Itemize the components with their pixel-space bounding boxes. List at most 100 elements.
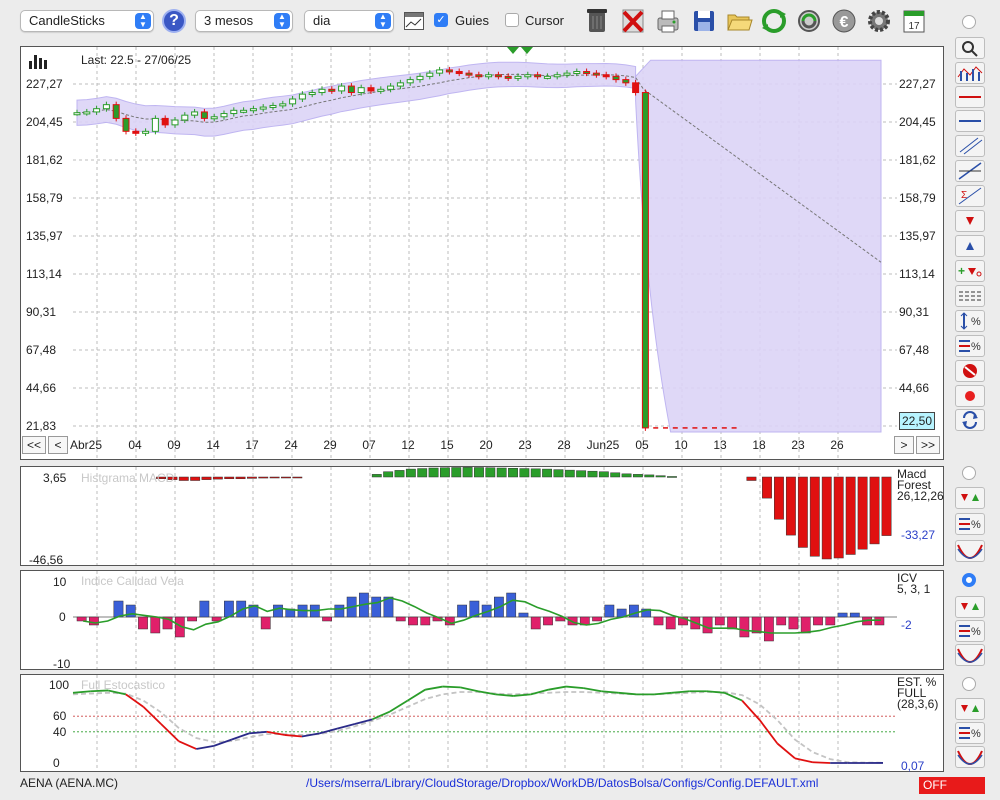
print-icon[interactable] (654, 6, 682, 36)
nav-first-button[interactable]: << (22, 436, 46, 454)
calendar-icon[interactable]: 17 (900, 6, 928, 36)
scale-percent-button[interactable]: % (955, 310, 985, 332)
nav-last-button[interactable]: >> (916, 436, 940, 454)
trend-line-button[interactable] (955, 160, 985, 182)
config-path-link[interactable]: /Users/mserra/Library/CloudStorage/Dropb… (306, 776, 818, 790)
candle (161, 117, 169, 126)
stoch-k-segment (776, 742, 796, 760)
icv-bar (837, 612, 848, 618)
refresh-icon[interactable] (760, 6, 788, 36)
chart-window-icon[interactable] (404, 12, 424, 30)
sync-icon[interactable] (795, 6, 823, 36)
icv-bar (113, 600, 124, 618)
scale-percent-icon: % (960, 312, 981, 330)
guies-checkbox[interactable]: ✓ (434, 13, 448, 27)
chart-type-select[interactable]: CandleSticks ▲ ▼ (20, 10, 154, 32)
open-folder-icon[interactable] (725, 6, 753, 36)
macd-bar (564, 469, 575, 478)
panel4-radio[interactable] (962, 677, 976, 691)
chart-type-value: CandleSticks (29, 13, 105, 28)
delete-x-icon[interactable] (619, 6, 647, 36)
candle (377, 88, 385, 92)
swap-button[interactable] (955, 409, 985, 431)
stoch-curve-button[interactable] (955, 746, 985, 768)
save-icon[interactable] (690, 6, 718, 36)
macd-bar (519, 468, 530, 478)
sigma-button[interactable]: Σ (955, 185, 985, 207)
x-tick-label: 04 (128, 438, 142, 452)
horizontal-red-line-icon (959, 96, 981, 98)
macd-title: Histgrama MACD (81, 471, 175, 485)
channel-button[interactable] (955, 135, 985, 157)
arrow-up-button[interactable] (955, 235, 985, 257)
icv-bar (849, 612, 860, 618)
icv-panel[interactable]: Indice Calidad Vela 10 0 -10 ICV 5, 3, 1… (20, 570, 944, 671)
off-indicator[interactable]: OFF (919, 777, 985, 794)
candle (200, 111, 208, 119)
record-button[interactable] (955, 385, 985, 407)
red-line-button[interactable] (955, 86, 985, 108)
add-signal-button[interactable]: + (955, 260, 985, 282)
stoch-k-segment (213, 738, 232, 747)
panel1-radio[interactable] (962, 15, 976, 29)
lines-percent-button[interactable]: % (955, 335, 985, 357)
v-curve-icon (957, 544, 983, 559)
icv-bar (800, 616, 811, 634)
sigma-icon: Σ (958, 187, 982, 205)
trash-icon[interactable] (583, 6, 611, 36)
candle (112, 104, 120, 119)
stop-button[interactable] (955, 360, 985, 382)
stochastic-panel[interactable]: 100 60 40 0 Full Estocastico EST. % FULL (2… (20, 674, 944, 773)
stoch-d-line (72, 691, 884, 764)
stoch-k-segment (812, 761, 831, 764)
price-chart-panel[interactable]: 227,27 204,45 181,62 158,79 135,97 113,14 90,3… (20, 46, 944, 460)
euro-icon[interactable]: € (830, 6, 858, 36)
svg-text:%: % (971, 341, 981, 353)
stoch-k-segment (125, 693, 144, 708)
macd-bar (644, 474, 655, 478)
y-tick-label-left: 204,45 (26, 115, 63, 129)
no-entry-icon (963, 364, 977, 378)
macd-curve-button[interactable] (955, 540, 985, 562)
icv-bar (334, 604, 345, 618)
cursor-checkbox[interactable] (505, 13, 519, 27)
lines-button[interactable] (955, 285, 985, 307)
y-tick-label-left: 158,79 (26, 191, 63, 205)
period-select[interactable]: 3 mesos ▲ ▼ (195, 10, 293, 32)
x-tick-label: 14 (206, 438, 220, 452)
volatility-band (76, 61, 637, 137)
y-tick-label-right: 113,14 (899, 267, 935, 281)
macd-bar (212, 476, 223, 480)
icv-curve-button[interactable] (955, 644, 985, 666)
x-tick-label: 17 (245, 438, 259, 452)
zoom-button[interactable] (955, 37, 985, 59)
macd-bar (235, 476, 246, 480)
macd-signal-button[interactable] (955, 487, 985, 509)
interval-select[interactable]: dia ▲ ▼ (304, 10, 394, 32)
arrow-down-button[interactable] (955, 210, 985, 232)
blue-line-button[interactable] (955, 110, 985, 132)
guies-label: Guies (455, 13, 489, 28)
help-button[interactable]: ? (162, 9, 186, 33)
arrows-down-up-icon (961, 705, 979, 712)
macd-bar (655, 475, 666, 478)
icv-bar (408, 616, 418, 626)
macd-levels-button[interactable]: % (955, 513, 985, 535)
candle (602, 74, 610, 78)
stoch-levels-button[interactable]: % (955, 722, 985, 744)
panel2-radio[interactable] (962, 466, 976, 480)
macd-panel[interactable]: Histgrama MACD 3,65 -46,56 Macd Forest 2… (20, 466, 944, 567)
icv-bar (395, 616, 406, 622)
stoch-signal-button[interactable] (955, 698, 985, 720)
macd-legend-params: 26,12,26 (897, 489, 944, 503)
icv-signal-button[interactable] (955, 596, 985, 618)
indicator-button[interactable] (955, 62, 985, 84)
candle (524, 74, 532, 78)
icv-levels-button[interactable]: % (955, 620, 985, 642)
gear-icon[interactable] (865, 6, 893, 36)
candle (445, 69, 453, 73)
nav-prev-button[interactable]: < (48, 436, 68, 454)
x-tick-label: 13 (713, 438, 727, 452)
panel3-radio[interactable] (962, 573, 976, 587)
price-chart[interactable]: 227,27 204,45 181,62 158,79 135,97 113,14 90,3… (21, 47, 943, 459)
